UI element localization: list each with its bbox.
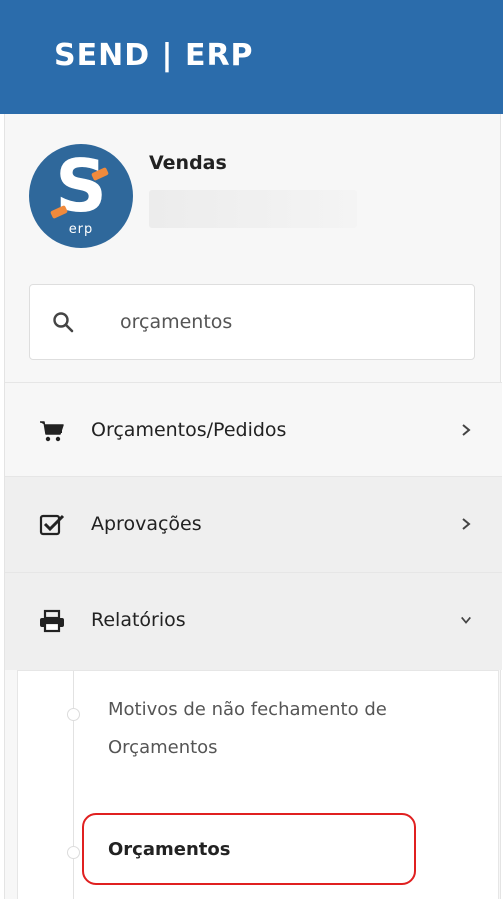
submenu-item-motivos[interactable]: Motivos de não fechamento de Orçamentos xyxy=(108,691,468,767)
avatar[interactable]: S erp xyxy=(29,144,133,248)
chevron-right-icon xyxy=(462,518,471,530)
search-box[interactable] xyxy=(29,284,475,360)
chevron-down-icon xyxy=(461,616,471,624)
avatar-caption: erp xyxy=(68,222,94,237)
menu-item-label: Orçamentos/Pedidos xyxy=(91,419,287,441)
submenu-relatorios: Motivos de não fechamento de Orçamentos … xyxy=(17,670,499,899)
chevron-right-icon xyxy=(462,424,471,436)
menu-item-label: Relatórios xyxy=(91,609,186,631)
menu-item-orcamentos-pedidos[interactable]: Orçamentos/Pedidos xyxy=(5,382,502,478)
app-brand[interactable]: SEND | ERP xyxy=(54,38,254,73)
avatar-letter: S xyxy=(55,144,107,228)
menu-item-label: Aprovações xyxy=(91,513,202,535)
cart-icon xyxy=(40,421,64,442)
printer-icon xyxy=(40,609,64,633)
top-bar: SEND | ERP xyxy=(0,0,503,114)
tree-node xyxy=(67,708,80,721)
user-subtitle-blurred xyxy=(149,190,357,228)
checkbox-icon xyxy=(39,514,65,536)
tree-node xyxy=(67,846,80,859)
user-profile: S erp Vendas xyxy=(5,114,502,382)
tree-line xyxy=(73,671,74,899)
menu-item-relatorios[interactable]: Relatórios xyxy=(5,572,502,670)
search-input[interactable] xyxy=(120,305,450,339)
user-name: Vendas xyxy=(149,152,227,174)
sidebar: S erp Vendas Orçamentos/Pedidos xyxy=(4,114,502,899)
menu-item-aprovacoes[interactable]: Aprovações xyxy=(5,476,502,572)
highlight-annotation xyxy=(82,813,416,885)
search-icon xyxy=(53,312,74,333)
